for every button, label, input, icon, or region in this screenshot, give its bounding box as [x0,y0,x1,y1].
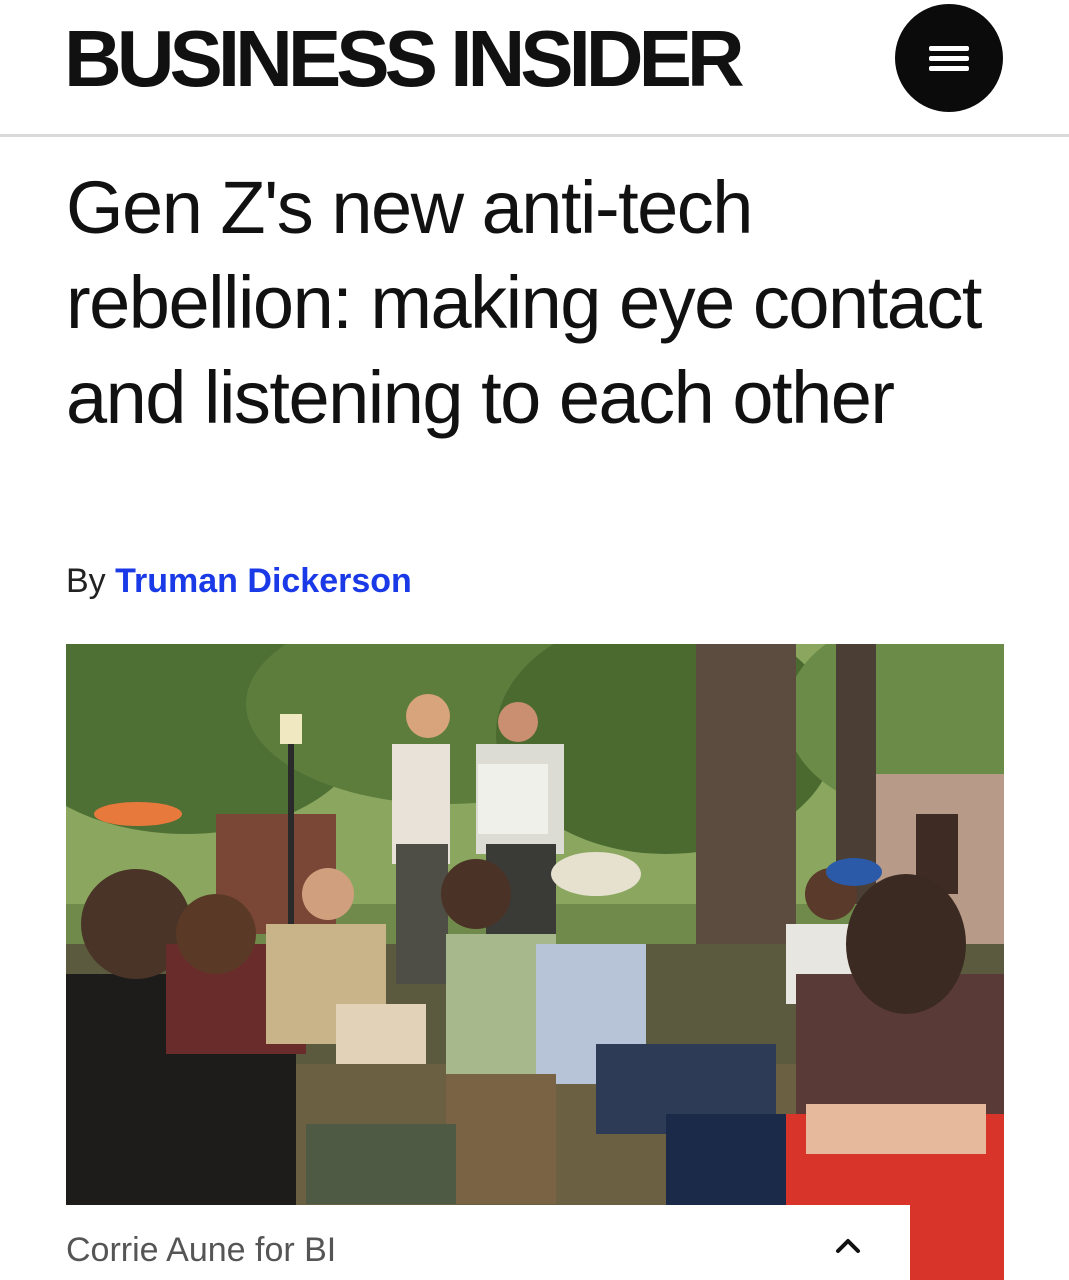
caption-toggle-button[interactable] [828,1225,868,1265]
chevron-up-icon [836,1239,860,1253]
business-insider-logo[interactable]: BUSINESS INSIDER [64,16,745,102]
article-hero-image [66,644,1004,1280]
article-byline: By Truman Dickerson [66,560,412,602]
image-caption: Corrie Aune for BI [66,1231,337,1269]
article-headline: Gen Z's new anti-tech rebellion: making … [66,166,982,439]
author-link[interactable]: Truman Dickerson [115,562,412,600]
byline-prefix: By [66,562,106,600]
menu-button[interactable] [895,4,1003,112]
site-header: BUSINESS INSIDER [0,0,1069,137]
